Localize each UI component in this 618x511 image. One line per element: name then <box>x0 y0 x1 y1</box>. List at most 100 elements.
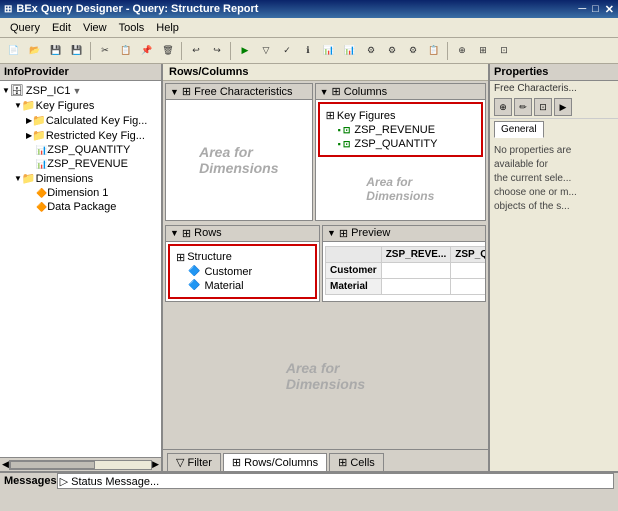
paste-btn[interactable]: 📌 <box>137 41 157 61</box>
filter-btn[interactable]: ▽ <box>256 41 276 61</box>
tb-btn8[interactable]: ⚙ <box>382 41 402 61</box>
col-rev-kf-icon: ⊡ <box>343 125 351 136</box>
info-btn[interactable]: ℹ <box>298 41 318 61</box>
title-bar: ⊞ BEx Query Designer - Query: Structure … <box>0 0 618 18</box>
check-btn[interactable]: ✓ <box>277 41 297 61</box>
root-dropdown-icon[interactable]: ▼ <box>73 86 82 96</box>
props-btn3[interactable]: ⊡ <box>534 98 552 116</box>
menu-help[interactable]: Help <box>150 20 185 36</box>
col-zsp-revenue[interactable]: ▪ ⊡ ZSP_REVENUE <box>324 123 477 137</box>
props-tab-general[interactable]: General <box>494 121 544 138</box>
rev-keyfig-icon: 📊 <box>36 159 47 170</box>
preview-col1: ZSP_REVE... <box>381 246 451 262</box>
props-content: No properties areavailable forthe curren… <box>490 140 618 218</box>
tab-rows-columns[interactable]: ⊞ Rows/Columns <box>223 453 327 471</box>
messages-bar: Messages ▷ Status Message... <box>0 471 618 489</box>
tb-btn5[interactable]: 📊 <box>319 41 339 61</box>
tb-btn11[interactable]: ⊕ <box>452 41 472 61</box>
rows-structure[interactable]: ⊞ Structure <box>174 250 311 265</box>
col-zsp-quantity[interactable]: ▪ ⊡ ZSP_QUANTITY <box>324 137 477 151</box>
window-title: BEx Query Designer - Query: Structure Re… <box>16 3 258 15</box>
preview-customer-label: Customer <box>326 262 382 278</box>
save-btn[interactable]: 💾 <box>46 41 66 61</box>
delete-btn[interactable]: 🗑 <box>158 41 178 61</box>
tree-data-package[interactable]: 🔶 Data Package <box>2 200 159 214</box>
preview-expand[interactable]: ▼ <box>327 228 336 238</box>
props-btn4[interactable]: ▶ <box>554 98 572 116</box>
tb-btn10[interactable]: 📋 <box>424 41 444 61</box>
free-chars-placeholder: Area forDimensions <box>166 100 312 220</box>
preview-material-val2 <box>451 278 486 294</box>
dim-folder-icon: 📁 <box>22 172 36 185</box>
preview-customer-val1 <box>381 262 451 278</box>
run-btn[interactable]: ▶ <box>235 41 255 61</box>
close-btn[interactable]: ✕ <box>605 3 614 16</box>
info-provider-panel: InfoProvider ▼ 🗄 ZSP_IC1 ▼ ▼ 📁 Key Figur… <box>0 64 163 471</box>
undo-btn[interactable]: ↩ <box>186 41 206 61</box>
menu-view[interactable]: View <box>77 20 113 36</box>
tb-btn7[interactable]: ⚙ <box>361 41 381 61</box>
tab-filter[interactable]: ▽ Filter <box>167 453 221 471</box>
tb-btn12[interactable]: ⊞ <box>473 41 493 61</box>
rows-material[interactable]: 🔷 Material <box>174 279 311 293</box>
tree-restricted-kf[interactable]: ▶ 📁 Restricted Key Fig... <box>2 128 159 143</box>
props-btn2[interactable]: ✏ <box>514 98 532 116</box>
tree-zsp-revenue[interactable]: 📊 ZSP_REVENUE <box>2 157 159 171</box>
tree-keyfigures[interactable]: ▼ 📁 Key Figures <box>2 98 159 113</box>
maximize-btn[interactable]: □ <box>592 3 599 16</box>
menu-query[interactable]: Query <box>4 20 46 36</box>
props-tabs: General <box>490 119 618 140</box>
preview-header: ▼ ⊞ Preview <box>323 226 485 242</box>
menu-edit[interactable]: Edit <box>46 20 77 36</box>
tb-btn9[interactable]: ⚙ <box>403 41 423 61</box>
tree-root[interactable]: ▼ 🗄 ZSP_IC1 ▼ <box>2 83 159 98</box>
copy-btn[interactable]: 📋 <box>116 41 136 61</box>
redo-btn[interactable]: ↪ <box>207 41 227 61</box>
menu-tools[interactable]: Tools <box>113 20 151 36</box>
rows-customer-icon: 🔷 <box>188 266 200 277</box>
main-area: InfoProvider ▼ 🗄 ZSP_IC1 ▼ ▼ 📁 Key Figur… <box>0 64 618 471</box>
restricted-folder-icon: 📁 <box>32 129 46 142</box>
props-toolbar: ⊕ ✏ ⊡ ▶ <box>490 96 618 119</box>
new-btn[interactable]: 📄 <box>4 41 24 61</box>
kf-struct-icon: ⊞ <box>326 109 335 122</box>
rows-panel: ▼ ⊞ Rows ⊞ Structure 🔷 Customer 🔷 <box>165 225 320 302</box>
tree-calc-kf[interactable]: ▶ 📁 Calculated Key Fig... <box>2 113 159 128</box>
tab-cells[interactable]: ⊞ Cells <box>329 453 384 471</box>
rows-expand[interactable]: ▼ <box>170 228 179 238</box>
cols-expand[interactable]: ▼ <box>320 87 329 97</box>
sep1 <box>90 42 92 60</box>
free-chars-panel: ▼ ⊞ Free Characteristics Area forDimensi… <box>165 83 313 221</box>
tree-dimensions[interactable]: ▼ 📁 Dimensions <box>2 171 159 186</box>
cut-btn[interactable]: ✂ <box>95 41 115 61</box>
rows-content: ⊞ Structure 🔷 Customer 🔷 Material <box>168 244 317 299</box>
free-chars-expand[interactable]: ▼ <box>170 87 179 97</box>
info-provider-tree: ▼ 🗄 ZSP_IC1 ▼ ▼ 📁 Key Figures ▶ 📁 Calcul… <box>0 81 161 457</box>
tb-btn6[interactable]: 📊 <box>340 41 360 61</box>
sep3 <box>230 42 232 60</box>
rows-customer[interactable]: 🔷 Customer <box>174 265 311 279</box>
props-btn1[interactable]: ⊕ <box>494 98 512 116</box>
rows-struct-icon: ⊞ <box>176 251 185 264</box>
minimize-btn[interactable]: ─ <box>578 3 586 16</box>
sep2 <box>181 42 183 60</box>
preview-table: ZSP_REVE... ZSP_QUAN... Customer <box>325 246 486 295</box>
col-key-figures[interactable]: ⊞ Key Figures <box>324 108 477 123</box>
properties-panel: Properties Free Characteris... ⊕ ✏ ⊡ ▶ G… <box>488 64 618 471</box>
rows-icon: ⊞ <box>182 227 191 240</box>
tree-dimension1[interactable]: 🔶 Dimension 1 <box>2 186 159 200</box>
info-provider-header: InfoProvider <box>0 64 161 81</box>
messages-label: Messages <box>4 475 57 487</box>
scroll-track[interactable] <box>9 460 152 470</box>
tree-zsp-quantity[interactable]: 📊 ZSP_QUANTITY <box>2 143 159 157</box>
preview-material-val1 <box>381 278 451 294</box>
tb-btn13[interactable]: ⊡ <box>494 41 514 61</box>
calc-folder-icon: 📁 <box>32 114 46 127</box>
info-provider-scrollbar[interactable]: ◀ ▶ <box>0 457 161 471</box>
d1-dim-icon: 🔶 <box>36 188 47 199</box>
save-as-btn[interactable]: 💾 <box>67 41 87 61</box>
rows-header: ▼ ⊞ Rows <box>166 226 319 242</box>
messages-content: ▷ Status Message... <box>57 473 614 489</box>
menu-bar: Query Edit View Tools Help <box>0 18 618 38</box>
open-btn[interactable]: 📂 <box>25 41 45 61</box>
